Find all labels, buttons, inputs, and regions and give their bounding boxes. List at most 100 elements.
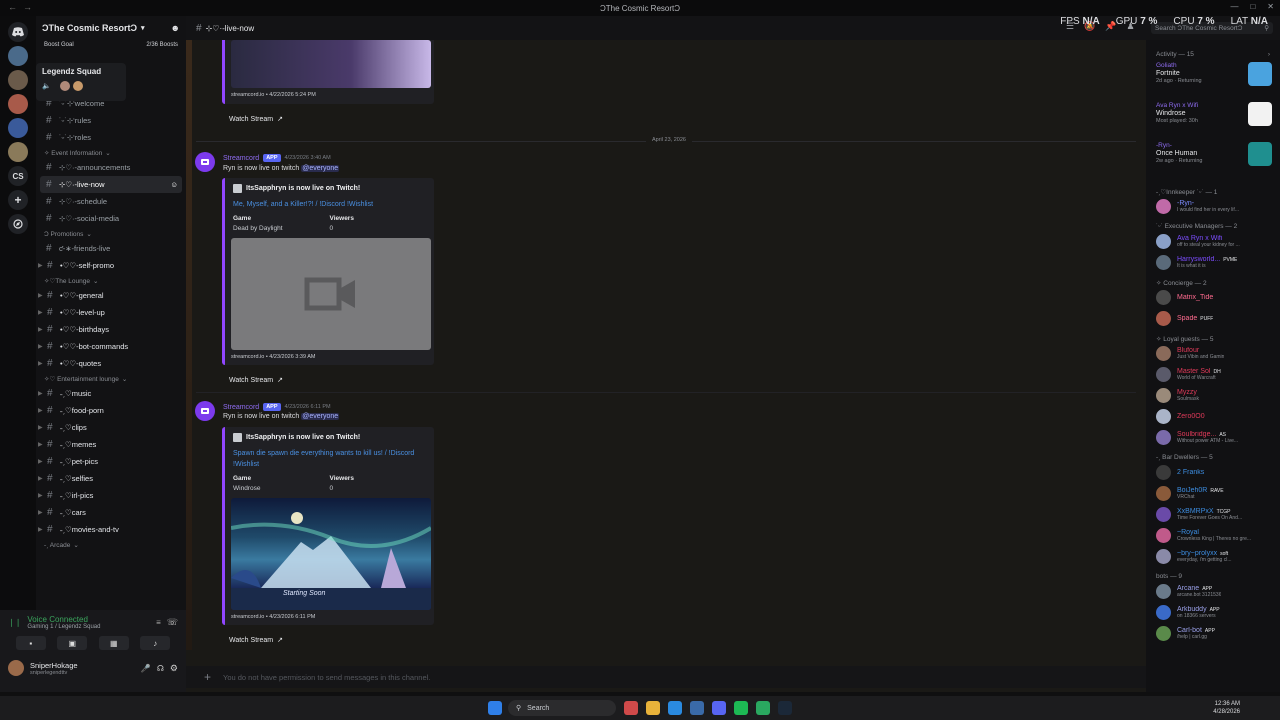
member-item[interactable]: Zero0O0 [1146, 406, 1280, 427]
channel-item[interactable]: ▶ # ˗ˏ♡memes [36, 436, 186, 453]
member-item[interactable]: ~Royal Crownless King | Theres no gre... [1146, 525, 1280, 546]
watch-stream-button[interactable]: Watch Stream ↗ [229, 636, 283, 645]
server-header[interactable]: ƆThe Cosmic ResortƆ ▾ ☻ [36, 16, 186, 40]
plus-icon[interactable]: + [204, 670, 211, 684]
app-icon-2[interactable] [756, 701, 770, 715]
spotify-icon[interactable] [734, 701, 748, 715]
channel-category[interactable]: ✧ Event Information ⌄ [36, 146, 186, 159]
disconnect-icon[interactable]: ☏ [167, 617, 178, 628]
server-icon-2[interactable] [8, 70, 28, 90]
member-item[interactable]: -Ryn- I would find her in every lif... [1146, 196, 1280, 217]
channel-item[interactable]: ▶ # •♡♡-self-promo [36, 257, 186, 274]
channel-item[interactable]: ▶ # •♡♡-birthdays [36, 321, 186, 338]
close-button[interactable]: ✕ [1267, 2, 1274, 11]
headphones-icon[interactable]: ☊ [157, 664, 164, 673]
member-item[interactable]: ~bry~prolyxx soft everyday, i'm getting c… [1146, 546, 1280, 567]
streamcord-avatar[interactable] [195, 401, 215, 421]
invite-icon[interactable]: ☺ [170, 180, 178, 189]
soundboard-button[interactable]: ♪ [140, 636, 171, 650]
channel-item[interactable]: ▶ # •♡♡-bot-commands [36, 338, 186, 355]
message-composer[interactable]: + You do not have permission to send mes… [186, 666, 1146, 688]
channel-item[interactable]: ▶ # ˗ˏ♡movies-and-tv [36, 521, 186, 538]
channel-item[interactable]: ▶ # ˗ˏ♡food-porn [36, 402, 186, 419]
stream-thumbnail[interactable] [231, 40, 431, 88]
stream-thumbnail[interactable]: Starting Soon [231, 498, 431, 610]
embed-title-link[interactable]: Me, Myself, and a Killer!?! / !Discord !… [225, 193, 434, 210]
watch-stream-button[interactable]: Watch Stream ↗ [229, 376, 283, 385]
embed-title-link[interactable]: Spawn die spawn die everything wants to … [225, 442, 434, 470]
channel-item[interactable]: # ⊹♡·-schedule [36, 193, 186, 210]
minimize-button[interactable]: — [1230, 2, 1238, 11]
channel-item[interactable]: # ˙ᵕ˙⊹‘rules [36, 112, 186, 129]
file-explorer-icon[interactable] [646, 701, 660, 715]
member-item[interactable]: Ava Ryn x Wifi off to steal your kidney … [1146, 231, 1280, 252]
server-icon-cs[interactable]: CS [8, 166, 28, 186]
windows-start-icon[interactable] [488, 701, 502, 715]
channel-category[interactable]: ✧♡ Entertainment lounge ⌄ [36, 372, 186, 385]
server-icon-cosmic[interactable] [8, 46, 28, 66]
microphone-icon[interactable]: 🎤 [141, 664, 151, 673]
channel-item[interactable]: # ˙ᵕ˙⊹‘roles [36, 129, 186, 146]
add-member-icon[interactable]: ☻ [171, 23, 180, 33]
discord-home-icon[interactable] [8, 22, 28, 42]
channel-item[interactable]: # ⊹♡·-announcements [36, 159, 186, 176]
channel-category[interactable]: Ɔ Promotions ⌄ [36, 227, 186, 240]
member-item[interactable]: Myzzy Soulmask [1146, 385, 1280, 406]
channel-item[interactable]: ▶ # ˗ˏ♡cars [36, 504, 186, 521]
member-item[interactable]: Arkbuddy APP on 18366 servers [1146, 602, 1280, 623]
activities-button[interactable]: ▦ [98, 636, 129, 650]
channel-category[interactable]: ˗ˏ Arcade ⌄ [36, 538, 186, 551]
maximize-button[interactable]: □ [1250, 2, 1255, 11]
back-arrow-icon[interactable]: ← [8, 2, 17, 12]
chevron-right-icon[interactable]: › [1268, 51, 1270, 58]
taskbar-search[interactable]: ⚲ Search [508, 700, 616, 716]
member-item[interactable]: 2 Franks [1146, 462, 1280, 483]
member-item[interactable]: Spade PUFF [1146, 308, 1280, 329]
everyone-mention[interactable]: @everyone [301, 165, 340, 172]
message-author[interactable]: Streamcord [223, 155, 259, 162]
store-icon[interactable] [690, 701, 704, 715]
activity-card[interactable]: -Ryn- Once Human 2w ago · Returning [1146, 142, 1280, 182]
channel-item[interactable]: ▶ # ˗ˏ♡pet-pics [36, 453, 186, 470]
channel-item[interactable]: # ⊹♡·-live-now ☺ [40, 176, 182, 193]
activity-card[interactable]: Goliath Fortnite 2d ago · Returning [1146, 62, 1280, 102]
discover-icon[interactable] [8, 214, 28, 234]
channel-item[interactable]: ▶ # ˗ˏ♡music [36, 385, 186, 402]
channel-item[interactable]: ▶ # ˗ˏ♡irl-pics [36, 487, 186, 504]
member-item[interactable]: Carl-bot APP /help | carl.gg [1146, 623, 1280, 644]
edge-browser-icon[interactable] [668, 701, 682, 715]
server-icon-4[interactable] [8, 118, 28, 138]
channel-item[interactable]: ▶ # •♡♡-quotes [36, 355, 186, 372]
screen-share-button[interactable]: ▣ [57, 636, 88, 650]
app-icon[interactable] [624, 701, 638, 715]
channel-item[interactable]: ▶ # •♡♡-level-up [36, 304, 186, 321]
member-item[interactable]: Blufour Just Vibin and Gamin [1146, 343, 1280, 364]
member-item[interactable]: Harrysworld... PVME It is what it is [1146, 252, 1280, 273]
server-icon-5[interactable] [8, 142, 28, 162]
streamcord-avatar[interactable] [195, 152, 215, 172]
discord-taskbar-icon[interactable] [712, 701, 726, 715]
message-author[interactable]: Streamcord [223, 404, 259, 411]
current-user[interactable]: SniperHokage sniperlegendttv 🎤 ☊ ⚙ [0, 652, 186, 676]
server-icon-3[interactable] [8, 94, 28, 114]
boost-goal[interactable]: Boost Goal 2/36 Boosts [36, 40, 186, 50]
member-item[interactable]: Soulbridge... AS Without power ATM - Live… [1146, 427, 1280, 448]
steam-icon[interactable] [778, 701, 792, 715]
noise-suppression-icon[interactable]: ≡ [156, 618, 161, 627]
member-item[interactable]: BoiJeh0R RAVE VRChat [1146, 483, 1280, 504]
watch-stream-button[interactable]: Watch Stream ↗ [229, 115, 283, 124]
member-item[interactable]: Master Sol DH World of Warcraft [1146, 364, 1280, 385]
camera-button[interactable]: ▪ [15, 636, 46, 650]
stream-thumbnail[interactable] [231, 238, 431, 350]
voice-channel-popup[interactable]: Legendz Squad 🔈 [36, 63, 126, 101]
voice-status-label[interactable]: Voice Connected [27, 615, 100, 624]
everyone-mention[interactable]: @everyone [301, 413, 340, 420]
member-item[interactable]: Matrix_Tide [1146, 287, 1280, 308]
member-item[interactable]: Arcane APP arcane.bot 3121536 [1146, 581, 1280, 602]
channel-item[interactable]: # ƈ-∗-friends-live [36, 240, 186, 257]
channel-item[interactable]: ▶ # ˗ˏ♡clips [36, 419, 186, 436]
add-server-icon[interactable]: + [8, 190, 28, 210]
activity-card[interactable]: Ava Ryn x Wifi Windrose Most played: 30h [1146, 102, 1280, 142]
voice-channel-name[interactable]: Gaming 1 / Legendz Squad [27, 624, 100, 630]
channel-item[interactable]: ▶ # ˗ˏ♡selfies [36, 470, 186, 487]
